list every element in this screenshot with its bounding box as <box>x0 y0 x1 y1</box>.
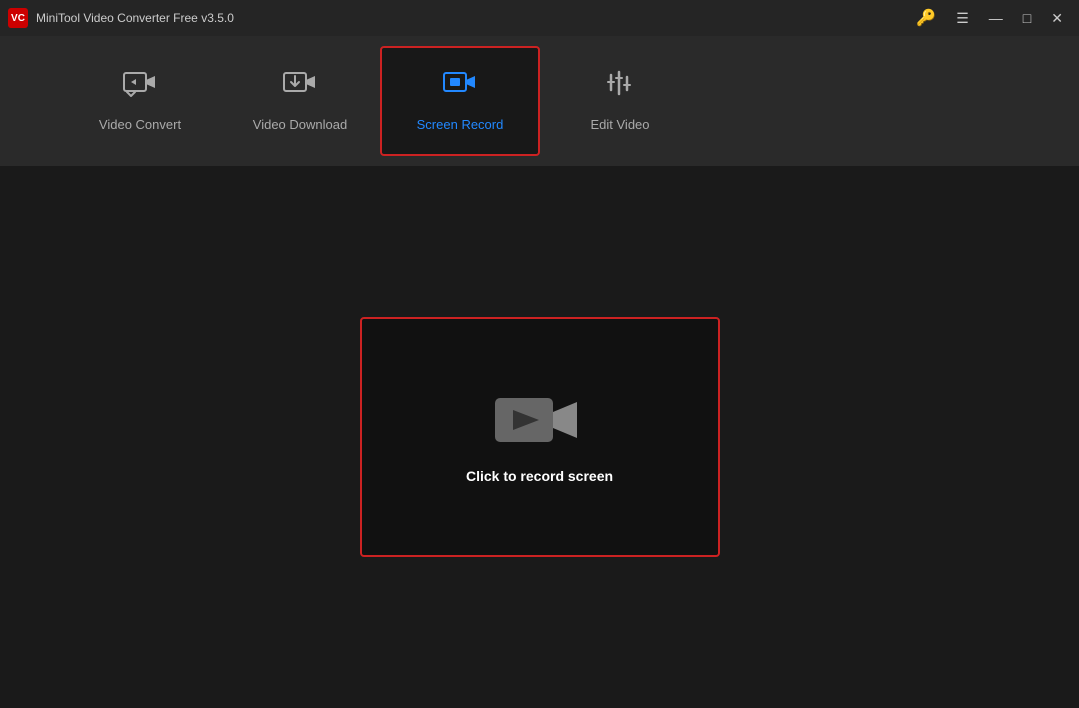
tab-video-download[interactable]: Video Download <box>220 46 380 156</box>
tab-video-download-label: Video Download <box>253 117 347 132</box>
title-bar-controls: 🔑 ☰ — □ ✕ <box>908 4 1071 32</box>
tab-video-convert-label: Video Convert <box>99 117 181 132</box>
video-download-icon <box>283 70 317 107</box>
title-bar-left: VC MiniTool Video Converter Free v3.5.0 <box>8 8 234 28</box>
app-title: MiniTool Video Converter Free v3.5.0 <box>36 11 234 25</box>
tab-screen-record-label: Screen Record <box>417 117 504 132</box>
video-convert-icon <box>123 70 157 107</box>
camera-record-icon <box>495 390 585 450</box>
main-content: Click to record screen <box>0 166 1079 708</box>
tab-edit-video[interactable]: Edit Video <box>540 46 700 156</box>
app-logo: VC <box>8 8 28 28</box>
key-icon[interactable]: 🔑 <box>908 4 944 32</box>
maximize-button[interactable]: □ <box>1015 6 1039 30</box>
record-screen-button[interactable]: Click to record screen <box>360 317 720 557</box>
tab-video-convert[interactable]: Video Convert <box>60 46 220 156</box>
nav-bar: Video Convert Video Download Screen Reco… <box>0 36 1079 166</box>
minimize-button[interactable]: — <box>981 6 1011 30</box>
screen-record-icon <box>443 70 477 107</box>
camera-icon-wrapper <box>495 390 585 450</box>
close-button[interactable]: ✕ <box>1043 6 1071 31</box>
tab-screen-record[interactable]: Screen Record <box>380 46 540 156</box>
edit-video-icon <box>603 70 637 107</box>
record-label: Click to record screen <box>466 468 613 484</box>
menu-icon[interactable]: ☰ <box>948 6 977 31</box>
title-bar: VC MiniTool Video Converter Free v3.5.0 … <box>0 0 1079 36</box>
tab-edit-video-label: Edit Video <box>590 117 649 132</box>
